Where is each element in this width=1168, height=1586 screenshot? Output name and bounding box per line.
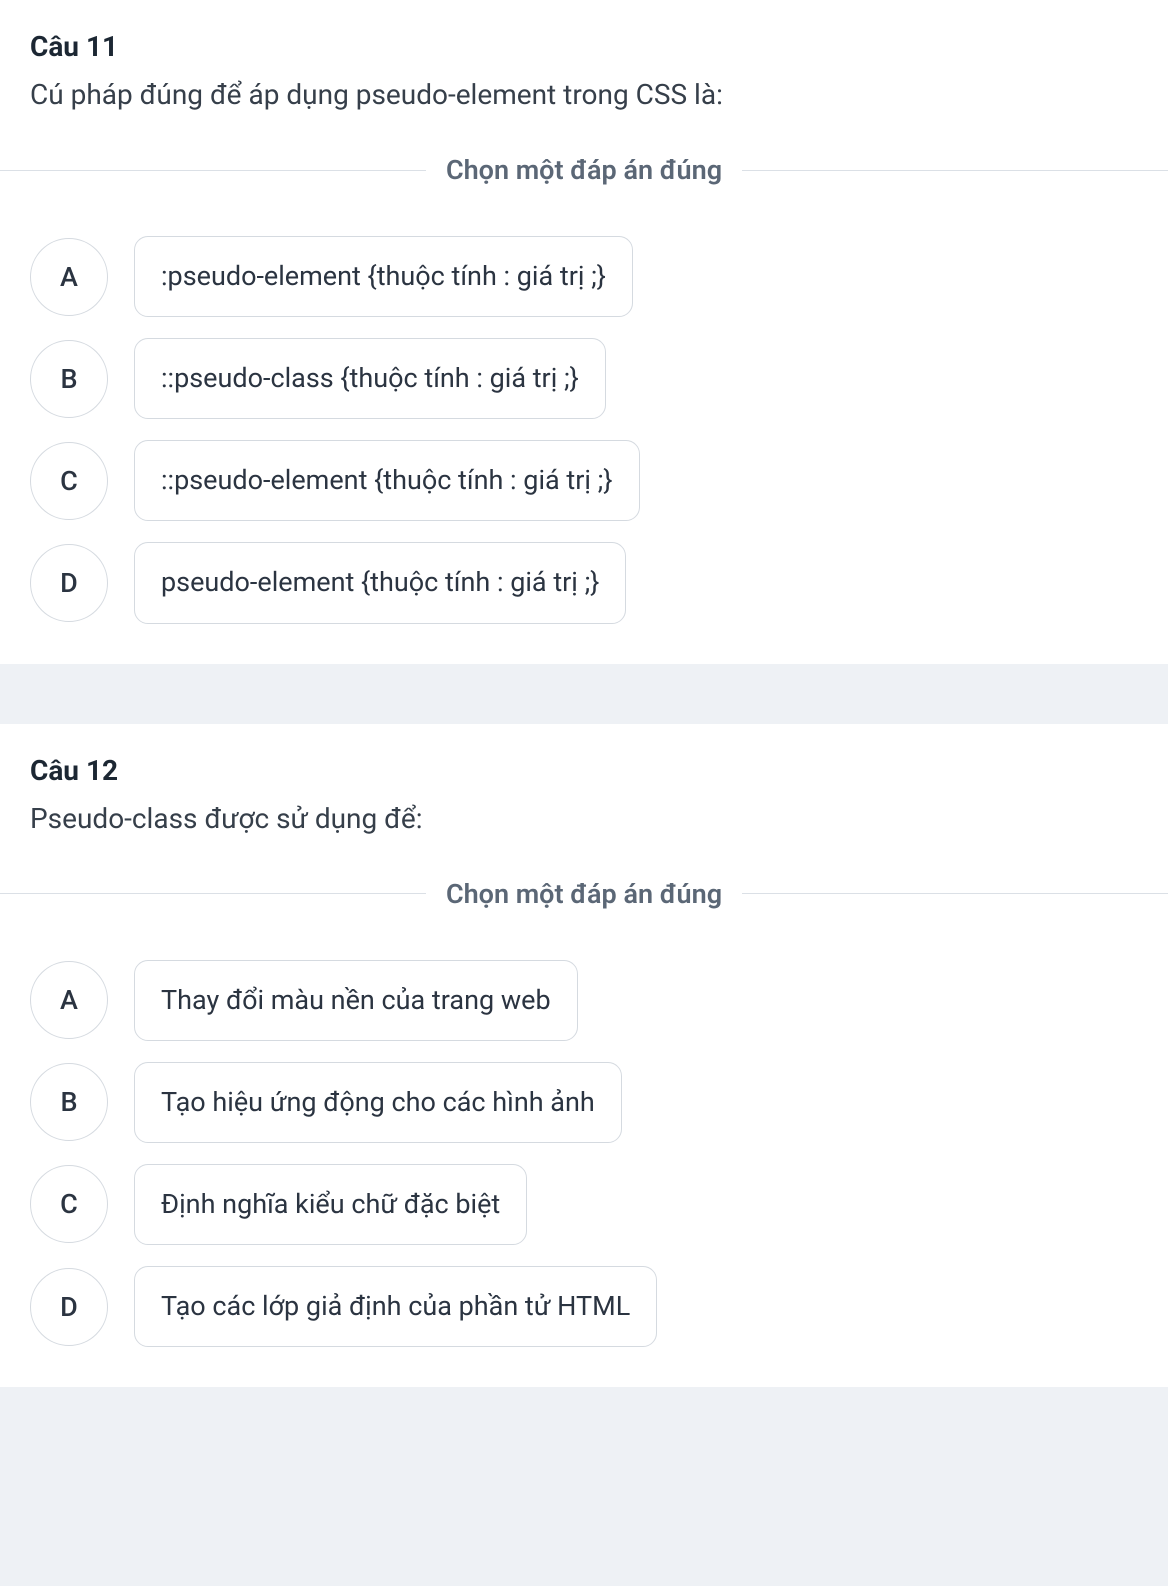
option-row: B ::pseudo-class {thuộc tính : giá trị ;… <box>30 338 1138 419</box>
option-row: D Tạo các lớp giả định của phần tử HTML <box>30 1266 1138 1347</box>
divider-line <box>742 893 1168 894</box>
option-letter-a[interactable]: A <box>30 961 108 1039</box>
option-row: C Định nghĩa kiểu chữ đặc biệt <box>30 1164 1138 1245</box>
option-row: C ::pseudo-element {thuộc tính : giá trị… <box>30 440 1138 521</box>
instruction-divider: Chọn một đáp án đúng <box>0 154 1168 186</box>
question-number: Câu 11 <box>30 30 1138 63</box>
option-text-c[interactable]: ::pseudo-element {thuộc tính : giá trị ;… <box>134 440 640 521</box>
option-letter-b[interactable]: B <box>30 1063 108 1141</box>
divider-line <box>0 170 426 171</box>
option-letter-a[interactable]: A <box>30 238 108 316</box>
question-text: Pseudo-class được sử dụng để: <box>30 799 1138 838</box>
question-text: Cú pháp đúng để áp dụng pseudo-element t… <box>30 75 1138 114</box>
question-card-12: Câu 12 Pseudo-class được sử dụng để: Chọ… <box>0 724 1168 1388</box>
instruction-text: Chọn một đáp án đúng <box>426 878 742 910</box>
option-text-d[interactable]: pseudo-element {thuộc tính : giá trị ;} <box>134 542 626 623</box>
question-number: Câu 12 <box>30 754 1138 787</box>
option-letter-c[interactable]: C <box>30 1165 108 1243</box>
instruction-divider: Chọn một đáp án đúng <box>0 878 1168 910</box>
options-list: A :pseudo-element {thuộc tính : giá trị … <box>30 236 1138 623</box>
option-letter-d[interactable]: D <box>30 544 108 622</box>
option-row: A :pseudo-element {thuộc tính : giá trị … <box>30 236 1138 317</box>
divider-line <box>0 893 426 894</box>
option-text-c[interactable]: Định nghĩa kiểu chữ đặc biệt <box>134 1164 527 1245</box>
option-text-b[interactable]: Tạo hiệu ứng động cho các hình ảnh <box>134 1062 622 1143</box>
option-row: A Thay đổi màu nền của trang web <box>30 960 1138 1041</box>
option-letter-b[interactable]: B <box>30 340 108 418</box>
option-text-a[interactable]: :pseudo-element {thuộc tính : giá trị ;} <box>134 236 633 317</box>
question-card-11: Câu 11 Cú pháp đúng để áp dụng pseudo-el… <box>0 0 1168 664</box>
option-row: B Tạo hiệu ứng động cho các hình ảnh <box>30 1062 1138 1143</box>
option-letter-c[interactable]: C <box>30 442 108 520</box>
option-row: D pseudo-element {thuộc tính : giá trị ;… <box>30 542 1138 623</box>
option-text-a[interactable]: Thay đổi màu nền của trang web <box>134 960 578 1041</box>
instruction-text: Chọn một đáp án đúng <box>426 154 742 186</box>
option-text-b[interactable]: ::pseudo-class {thuộc tính : giá trị ;} <box>134 338 606 419</box>
option-letter-d[interactable]: D <box>30 1268 108 1346</box>
divider-line <box>742 170 1168 171</box>
option-text-d[interactable]: Tạo các lớp giả định của phần tử HTML <box>134 1266 657 1347</box>
options-list: A Thay đổi màu nền của trang web B Tạo h… <box>30 960 1138 1347</box>
